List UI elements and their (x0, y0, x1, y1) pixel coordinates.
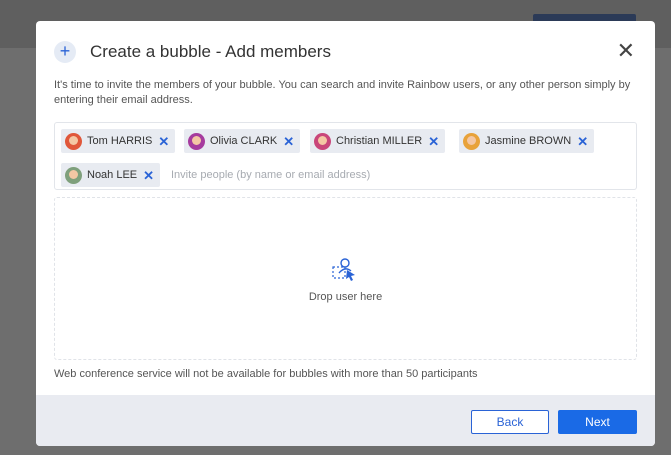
member-chip-tom-harris[interactable]: Tom HARRIS ✕ (61, 129, 176, 153)
remove-member-icon[interactable]: ✕ (577, 135, 588, 148)
member-chip-noah-lee[interactable]: Noah LEE ✕ (61, 163, 161, 187)
drop-label: Drop user here (308, 291, 383, 303)
member-name: Noah LEE (87, 169, 138, 181)
back-button[interactable]: Back (471, 410, 549, 434)
next-button[interactable]: Next (558, 410, 637, 434)
member-chip-olivia-clark[interactable]: Olivia CLARK ✕ (184, 129, 301, 153)
drop-zone[interactable]: Drop user here (54, 197, 637, 360)
remove-member-icon[interactable]: ✕ (158, 135, 169, 148)
member-chip-christian-miller[interactable]: Christian MILLER ✕ (310, 129, 446, 153)
drop-user-icon (332, 258, 355, 281)
member-name: Christian MILLER (336, 135, 423, 147)
member-name: Olivia CLARK (210, 135, 278, 147)
plus-icon: + (54, 41, 76, 63)
avatar (188, 132, 205, 150)
avatar (314, 132, 331, 150)
dialog-footer: Back Next (36, 395, 655, 446)
avatar (463, 132, 480, 150)
avatar (65, 166, 82, 184)
remove-member-icon[interactable]: ✕ (143, 169, 154, 182)
member-name: Jasmine BROWN (485, 135, 572, 147)
dialog-description: It's time to invite the members of your … (54, 79, 631, 106)
participants-note: Web conference service will not be avail… (54, 368, 478, 380)
member-name: Tom HARRIS (87, 135, 153, 147)
invite-input[interactable] (171, 166, 491, 184)
members-box[interactable]: Tom HARRIS ✕ Olivia CLARK ✕ Christian MI… (54, 122, 637, 190)
remove-member-icon[interactable]: ✕ (428, 135, 439, 148)
create-bubble-dialog: + Create a bubble - Add members ✕ It's t… (36, 21, 655, 446)
close-icon[interactable]: ✕ (617, 40, 635, 62)
dialog-title: Create a bubble - Add members (90, 42, 331, 61)
remove-member-icon[interactable]: ✕ (283, 135, 294, 148)
member-chip-jasmine-brown[interactable]: Jasmine BROWN ✕ (459, 129, 595, 153)
avatar (65, 132, 82, 150)
dialog-header: + Create a bubble - Add members ✕ (54, 40, 637, 63)
